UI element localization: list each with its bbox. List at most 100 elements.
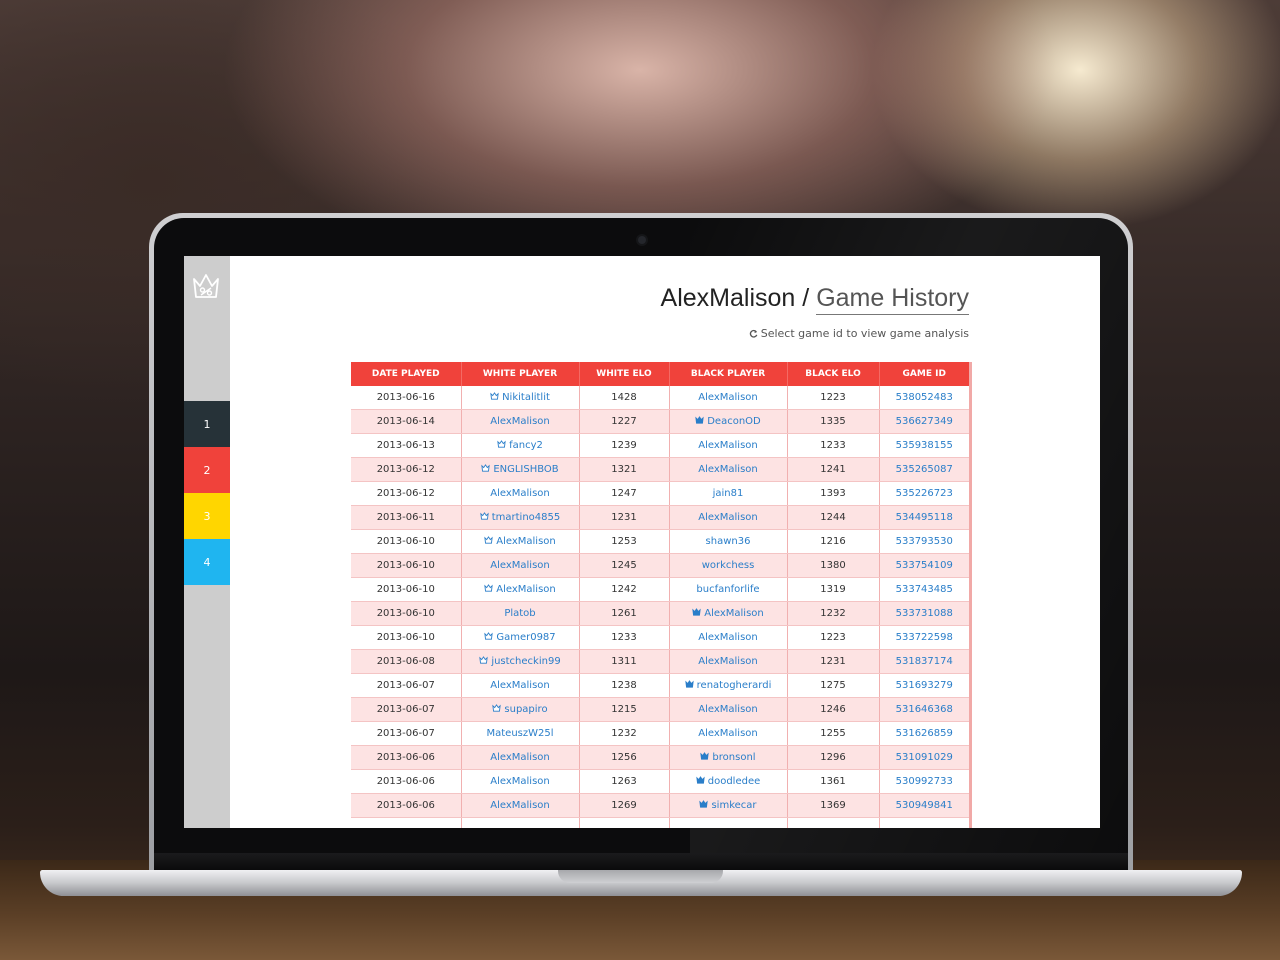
cell-black-player-text[interactable]: shawn36 — [706, 536, 751, 547]
cell-white-player-text[interactable]: AlexMalison — [490, 800, 550, 811]
cell-game-id[interactable]: 531626859 — [879, 721, 969, 746]
column-header-black-elo[interactable]: BLACK ELO — [787, 362, 880, 386]
cell-game-id[interactable]: 531646368 — [879, 697, 969, 722]
cell-black-player[interactable] — [669, 817, 788, 828]
cell-white-player-text[interactable]: AlexMalison — [496, 536, 556, 547]
cell-game-id-text[interactable]: 533793530 — [896, 536, 953, 547]
cell-game-id-text[interactable]: 533743485 — [896, 584, 953, 595]
cell-white-player[interactable]: Platob — [461, 601, 580, 626]
cell-white-player-text[interactable]: fancy2 — [509, 440, 543, 451]
cell-game-id-text[interactable]: 533722598 — [896, 632, 953, 643]
cell-game-id-text[interactable]: 533754109 — [896, 560, 953, 571]
cell-white-player-text[interactable]: AlexMalison — [490, 488, 550, 499]
cell-black-player[interactable]: AlexMalison — [669, 601, 788, 626]
cell-black-player[interactable]: doodledee — [669, 769, 788, 794]
cell-game-id-text[interactable]: 535226723 — [896, 488, 953, 499]
cell-black-player[interactable]: DeaconOD — [669, 409, 788, 434]
cell-game-id[interactable]: 533722598 — [879, 625, 969, 650]
cell-black-player-text[interactable]: AlexMalison — [698, 656, 758, 667]
cell-white-player[interactable]: AlexMalison — [461, 769, 580, 794]
cell-black-player[interactable]: AlexMalison — [669, 697, 788, 722]
cell-white-player-text[interactable]: Platob — [504, 608, 535, 619]
cell-black-player-text[interactable]: AlexMalison — [698, 440, 758, 451]
cell-white-player-text[interactable]: AlexMalison — [490, 776, 550, 787]
cell-white-player-text[interactable]: tmartino4855 — [492, 512, 561, 523]
cell-black-player-text[interactable]: jain81 — [713, 488, 744, 499]
cell-white-player[interactable]: ENGLISHBOB — [461, 457, 580, 482]
cell-game-id-text[interactable]: 538052483 — [896, 392, 953, 403]
cell-white-player[interactable]: AlexMalison — [461, 793, 580, 818]
cell-game-id[interactable]: 538052483 — [879, 386, 969, 410]
column-header-white-elo[interactable]: WHITE ELO — [579, 362, 670, 386]
cell-black-player[interactable]: shawn36 — [669, 529, 788, 554]
cell-game-id-text[interactable]: 533731088 — [896, 608, 953, 619]
cell-black-player-text[interactable]: DeaconOD — [707, 416, 761, 427]
cell-white-player[interactable]: Gamer0987 — [461, 625, 580, 650]
cell-black-player-text[interactable]: AlexMalison — [698, 464, 758, 475]
cell-game-id-text[interactable]: 531693279 — [896, 680, 953, 691]
cell-game-id[interactable]: 534495118 — [879, 505, 969, 530]
sidebar-item-3[interactable]: 3 — [184, 493, 230, 539]
cell-white-player-text[interactable]: ENGLISHBOB — [493, 464, 558, 475]
cell-game-id-text[interactable]: 534495118 — [896, 512, 953, 523]
cell-white-player-text[interactable]: justcheckin99 — [491, 656, 560, 667]
cell-white-player[interactable]: tmartino4855 — [461, 505, 580, 530]
cell-black-player[interactable]: AlexMalison — [669, 386, 788, 410]
cell-game-id[interactable]: 530949841 — [879, 793, 969, 818]
cell-black-player-text[interactable]: AlexMalison — [704, 608, 764, 619]
cell-white-player[interactable]: AlexMalison — [461, 553, 580, 578]
cell-black-player-text[interactable]: AlexMalison — [698, 728, 758, 739]
cell-white-player[interactable]: AlexMalison — [461, 529, 580, 554]
cell-game-id-text[interactable]: 536627349 — [896, 416, 953, 427]
cell-black-player-text[interactable]: bucfanforlife — [696, 584, 759, 595]
crown-logo-icon[interactable] — [190, 269, 222, 303]
cell-white-player-text[interactable]: AlexMalison — [490, 680, 550, 691]
cell-game-id[interactable]: 531091029 — [879, 745, 969, 770]
cell-black-player[interactable]: AlexMalison — [669, 433, 788, 458]
cell-white-player[interactable]: AlexMalison — [461, 481, 580, 506]
cell-white-player[interactable]: supapiro — [461, 697, 580, 722]
cell-white-player[interactable]: AlexMalison — [461, 409, 580, 434]
sidebar-item-4[interactable]: 4 — [184, 539, 230, 585]
cell-black-player-text[interactable]: simkecar — [711, 800, 756, 811]
cell-white-player[interactable]: Nikitalitlit — [461, 386, 580, 410]
cell-black-player[interactable]: AlexMalison — [669, 721, 788, 746]
cell-black-player-text[interactable]: renatogherardi — [697, 680, 772, 691]
column-header-black-player[interactable]: BLACK PLAYER — [669, 362, 788, 386]
cell-game-id-text[interactable]: 535265087 — [896, 464, 953, 475]
cell-black-player-text[interactable]: workchess — [702, 560, 755, 571]
cell-white-player-text[interactable]: AlexMalison — [496, 584, 556, 595]
cell-game-id[interactable]: 535938155 — [879, 433, 969, 458]
sidebar-item-1[interactable]: 1 — [184, 401, 230, 447]
cell-game-id[interactable]: 530992733 — [879, 769, 969, 794]
cell-white-player[interactable]: justcheckin99 — [461, 649, 580, 674]
cell-game-id[interactable]: 533793530 — [879, 529, 969, 554]
column-header-game-id[interactable]: GAME ID — [879, 362, 969, 386]
cell-game-id[interactable]: 531837174 — [879, 649, 969, 674]
cell-white-player[interactable] — [461, 817, 580, 828]
cell-white-player-text[interactable]: AlexMalison — [490, 416, 550, 427]
cell-white-player-text[interactable]: MateuszW25l — [486, 728, 553, 739]
cell-game-id[interactable]: 533754109 — [879, 553, 969, 578]
cell-game-id[interactable]: 531693279 — [879, 673, 969, 698]
cell-white-player[interactable]: AlexMalison — [461, 577, 580, 602]
cell-black-player[interactable]: bucfanforlife — [669, 577, 788, 602]
cell-white-player[interactable]: MateuszW25l — [461, 721, 580, 746]
cell-black-player[interactable]: renatogherardi — [669, 673, 788, 698]
column-header-date-played[interactable]: DATE PLAYED — [351, 362, 462, 386]
cell-game-id[interactable]: 533743485 — [879, 577, 969, 602]
cell-game-id-text[interactable]: 531646368 — [896, 704, 953, 715]
cell-white-player-text[interactable]: Gamer0987 — [496, 632, 555, 643]
cell-black-player-text[interactable]: AlexMalison — [698, 704, 758, 715]
cell-black-player[interactable]: bronsonl — [669, 745, 788, 770]
cell-black-player[interactable]: AlexMalison — [669, 649, 788, 674]
cell-black-player[interactable]: workchess — [669, 553, 788, 578]
cell-white-player-text[interactable]: Nikitalitlit — [502, 392, 550, 403]
cell-game-id[interactable]: 535226723 — [879, 481, 969, 506]
cell-game-id[interactable]: 533731088 — [879, 601, 969, 626]
cell-black-player[interactable]: simkecar — [669, 793, 788, 818]
cell-white-player-text[interactable]: AlexMalison — [490, 752, 550, 763]
cell-game-id[interactable]: 536627349 — [879, 409, 969, 434]
cell-black-player-text[interactable]: doodledee — [708, 776, 761, 787]
cell-black-player[interactable]: AlexMalison — [669, 505, 788, 530]
